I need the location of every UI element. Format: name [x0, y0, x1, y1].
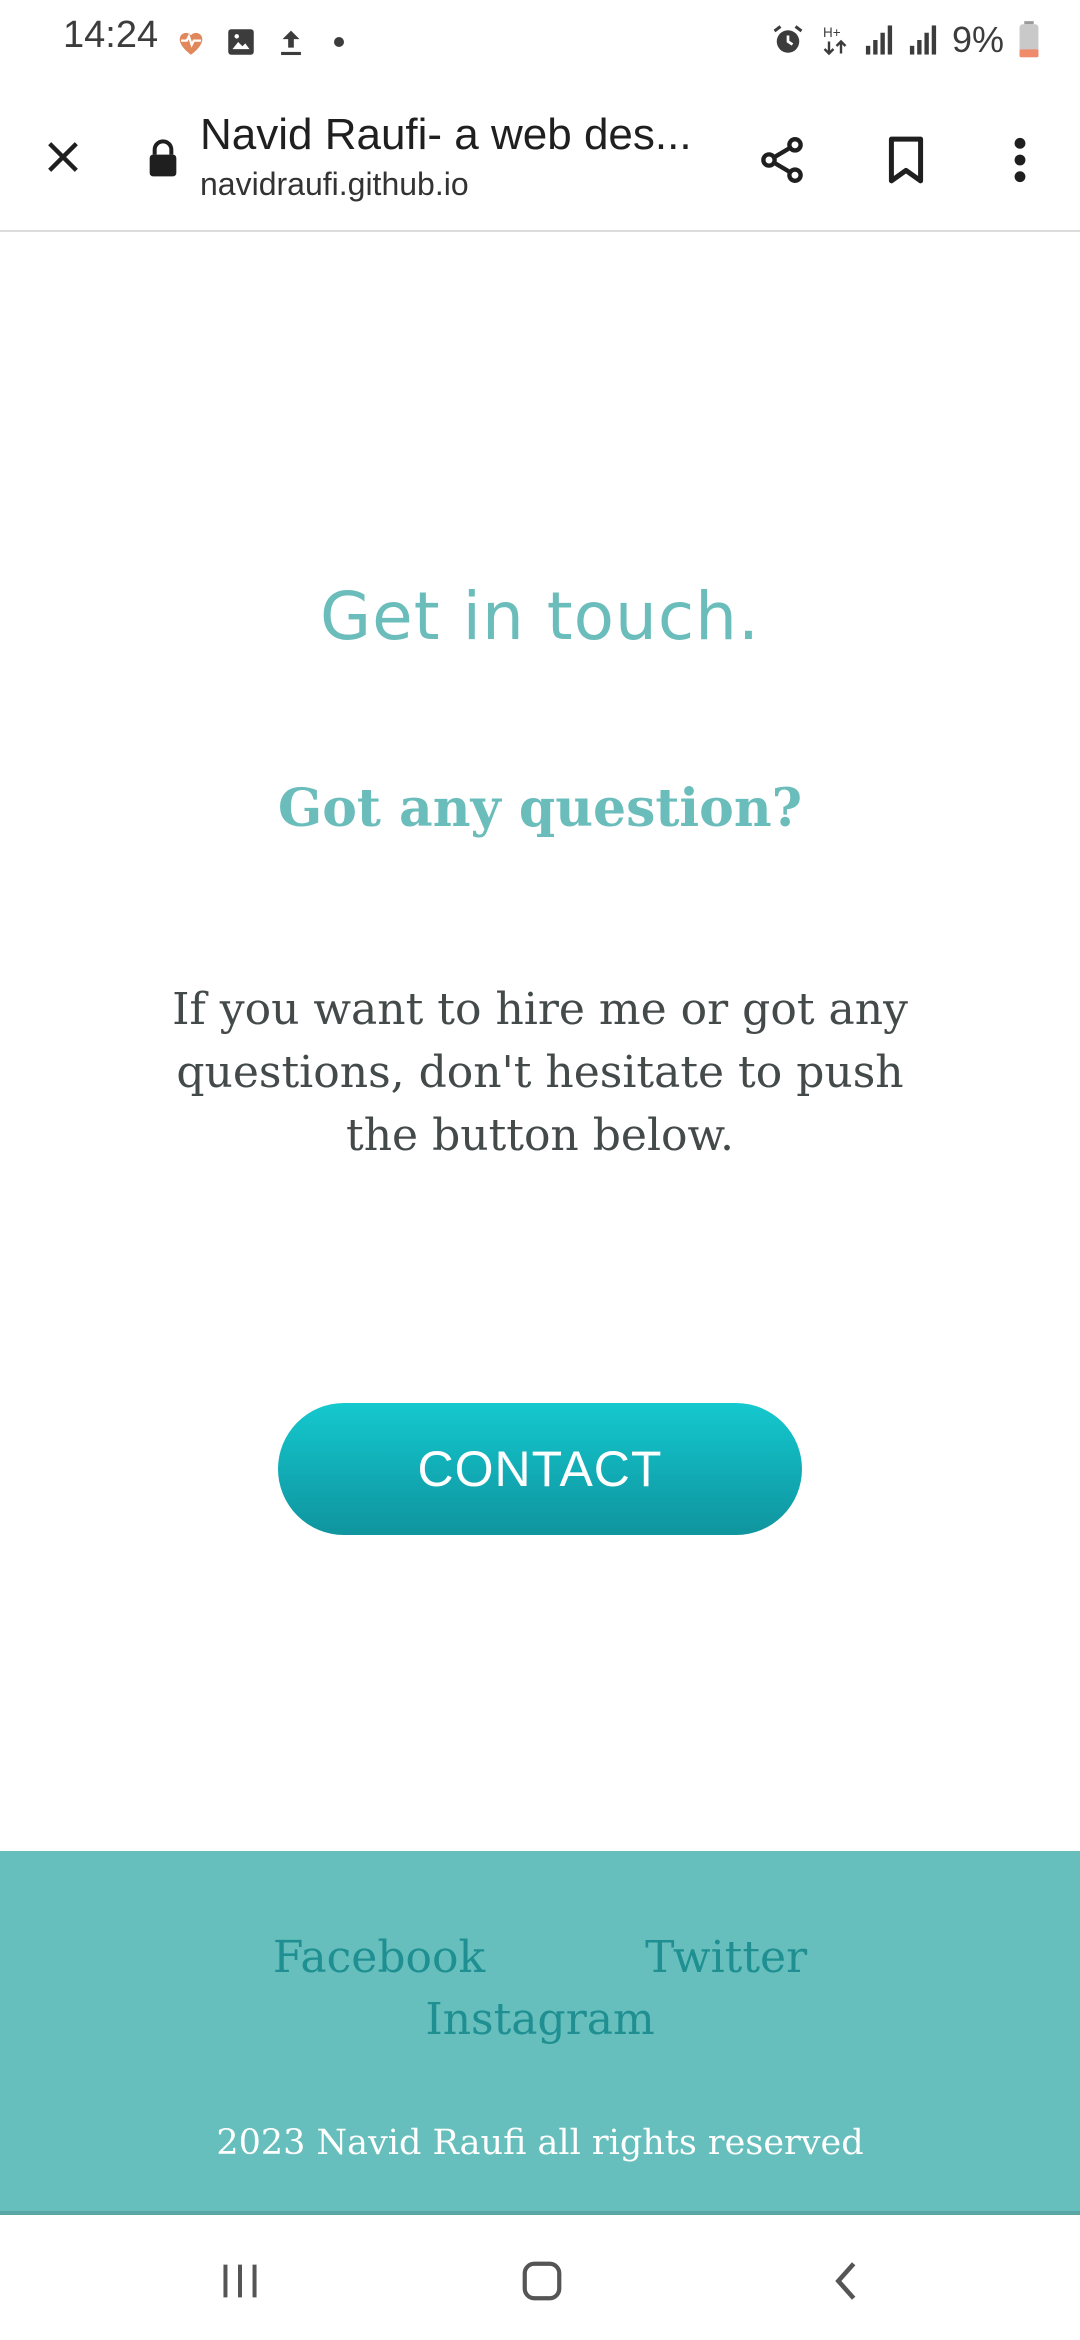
close-button[interactable]: [30, 124, 96, 190]
recent-apps-icon: [223, 2264, 257, 2298]
data-arrows-icon: H+: [823, 25, 847, 56]
status-icons-left: [174, 22, 344, 62]
close-icon: [48, 142, 78, 172]
status-icons-right: H+ 9%: [770, 16, 1040, 64]
bookmark-icon: [888, 136, 924, 184]
notification-dot: [334, 37, 344, 47]
section-paragraph: If you want to hire me or got any questi…: [172, 984, 908, 1161]
back-icon: [835, 2262, 856, 2300]
system-navigation-bar: [0, 2215, 1080, 2340]
instagram-link[interactable]: Instagram: [425, 1989, 654, 2051]
more-options-button[interactable]: [986, 126, 1054, 194]
svg-text:H+: H+: [823, 25, 841, 40]
battery-icon: [1019, 21, 1039, 58]
section-heading: Get in touch.: [320, 578, 760, 655]
status-time: 14:24: [63, 14, 159, 56]
share-button[interactable]: [748, 126, 816, 194]
contact-button[interactable]: CONTACT: [278, 1403, 802, 1535]
battery-percent: 9%: [951, 19, 1004, 60]
signal-icon: [909, 25, 937, 55]
home-icon: [522, 2261, 562, 2301]
lock-icon: [149, 139, 177, 177]
gallery-icon: [228, 29, 254, 55]
footer-links: Facebook Twitter Instagram: [0, 1927, 1080, 2051]
web-page-content: Get in touch. Got any question? If you w…: [0, 233, 1080, 1851]
footer: Facebook Twitter Instagram 2023 Navid Rau…: [0, 1851, 1080, 2215]
copyright-text: 2023 Navid Raufi all rights reserved: [216, 2123, 864, 2163]
health-heart-icon: [179, 32, 203, 55]
browser-toolbar: Navid Raufi- a web des... navidraufi.git…: [0, 80, 1080, 232]
share-icon: [761, 137, 803, 183]
facebook-link[interactable]: Facebook: [273, 1927, 485, 1989]
page-url: navidraufi.github.io: [200, 166, 469, 202]
recent-apps-button[interactable]: [200, 2241, 280, 2321]
signal-icon: [865, 25, 893, 55]
bookmark-button[interactable]: [872, 126, 940, 194]
upload-icon: [281, 30, 301, 56]
more-vert-icon: [1014, 137, 1026, 183]
status-bar: 14:24 H+ 9%: [0, 0, 1080, 80]
alarm-icon: [773, 25, 803, 53]
home-button[interactable]: [502, 2241, 582, 2321]
back-button[interactable]: [806, 2241, 886, 2321]
page-title: Navid Raufi- a web des...: [200, 110, 692, 159]
twitter-link[interactable]: Twitter: [645, 1927, 807, 1989]
section-subheading: Got any question?: [277, 778, 803, 839]
